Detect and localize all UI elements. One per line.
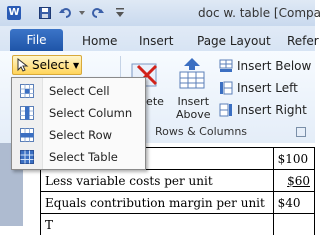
select-column-icon	[20, 105, 34, 120]
tab-page-layout[interactable]: Page Layout	[197, 34, 271, 48]
tab-references[interactable]: Refer	[287, 34, 319, 48]
tab-home[interactable]: Home	[82, 34, 117, 48]
menu-item-select-table[interactable]: Select Table	[12, 146, 145, 167]
insert-above-label-line1: Insert	[177, 95, 210, 108]
table-cell[interactable]: Less variable costs per unit	[40, 169, 274, 192]
title-bar: W doc w. table [Compati	[0, 0, 320, 26]
table-row: Less variable costs per unit $60	[40, 169, 316, 192]
insert-left-button[interactable]: Insert Left	[219, 81, 298, 95]
menu-item-select-row[interactable]: Select Row	[12, 124, 145, 145]
chevron-down-icon: ▼	[73, 60, 80, 70]
menu-item-label: Select Cell	[49, 83, 110, 98]
insert-above-icon[interactable]	[178, 58, 206, 93]
select-cell-icon	[20, 83, 34, 98]
table-cell[interactable]	[272, 213, 316, 235]
insert-right-icon	[219, 103, 232, 117]
select-button-label: Select	[32, 58, 70, 72]
tab-insert[interactable]: Insert	[139, 34, 173, 48]
insert-right-label: Insert Right	[237, 103, 307, 117]
customize-toolbar-icon[interactable]	[113, 6, 127, 20]
table-cell[interactable]: $40	[272, 191, 316, 214]
table-row: Equals contribution margin per unit $40	[40, 191, 316, 214]
insert-left-icon	[220, 81, 233, 95]
table-row: T	[40, 213, 316, 235]
insert-above-label-line2: Above	[176, 108, 211, 121]
word-app-icon[interactable]: W	[7, 6, 21, 20]
insert-below-label: Insert Below	[237, 59, 312, 73]
tab-file[interactable]: File	[10, 29, 63, 51]
undo-icon[interactable]	[59, 6, 73, 20]
window-title: doc w. table [Compati	[198, 6, 320, 20]
delete-button-label[interactable]: lete	[143, 95, 164, 108]
menu-item-select-cell[interactable]: Select Cell	[12, 80, 145, 101]
select-button[interactable]: Select ▼	[12, 55, 82, 75]
redo-icon[interactable]	[90, 6, 104, 20]
select-row-icon	[20, 127, 34, 142]
menu-item-label: Select Column	[49, 105, 133, 120]
table-cell[interactable]: $100	[272, 147, 316, 170]
insert-left-label: Insert Left	[237, 81, 298, 95]
dialog-launcher-icon[interactable]	[296, 127, 306, 137]
rows-columns-group-label: Rows & Columns	[155, 125, 248, 138]
table-cell[interactable]: Equals contribution margin per unit	[40, 191, 274, 214]
insert-below-button[interactable]: Insert Below	[219, 59, 311, 73]
insert-above-button-label[interactable]: Insert Above	[176, 95, 211, 121]
table-cell[interactable]: $60	[272, 169, 316, 192]
menu-item-select-column[interactable]: Select Column	[12, 102, 145, 123]
cursor-icon	[17, 58, 29, 72]
menu-item-label: Select Table	[49, 149, 118, 164]
menu-item-label: Select Row	[49, 127, 113, 142]
table-cell[interactable]: T	[40, 213, 274, 235]
select-dropdown-menu: Select Cell Select Column Select Row Sel…	[11, 77, 146, 170]
insert-below-icon	[219, 59, 233, 72]
save-icon[interactable]	[38, 6, 52, 20]
select-table-icon	[20, 149, 34, 164]
undo-dropdown-icon[interactable]	[75, 6, 89, 20]
insert-right-button[interactable]: Insert Right	[219, 103, 307, 117]
